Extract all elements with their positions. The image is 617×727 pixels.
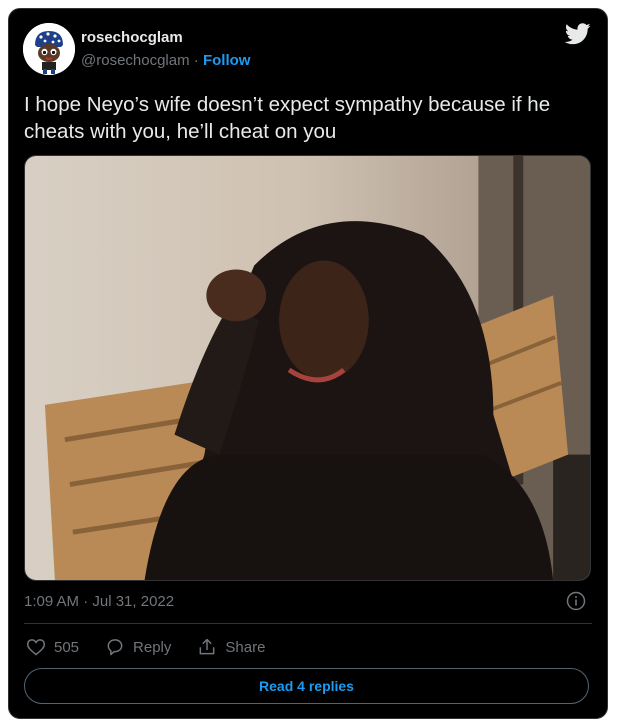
share-icon xyxy=(199,638,215,655)
reply-label: Reply xyxy=(133,638,172,656)
video-thumbnail[interactable] xyxy=(24,155,591,581)
tweet-text: I hope Neyo’s wife doesn’t expect sympat… xyxy=(24,93,551,143)
heart-icon xyxy=(26,639,46,656)
follow-button[interactable]: Follow xyxy=(203,52,251,69)
separator-dot: · xyxy=(193,52,199,69)
share-button[interactable]: Share xyxy=(197,637,265,657)
twitter-bird-icon[interactable] xyxy=(564,23,591,45)
reply-bubble-icon xyxy=(107,639,123,656)
info-icon[interactable] xyxy=(566,591,586,611)
read-replies-button[interactable]: Read 4 replies xyxy=(24,668,589,704)
user-handle[interactable]: @rosechocglam xyxy=(81,52,190,69)
like-count: 505 xyxy=(54,638,80,656)
reply-button[interactable]: Reply xyxy=(105,637,171,657)
like-button[interactable]: 505 xyxy=(26,637,79,657)
share-label: Share xyxy=(225,638,266,656)
tweet-timestamp[interactable]: 1:09 AM · Jul 31, 2022 xyxy=(24,593,174,610)
avatar[interactable] xyxy=(23,23,75,75)
action-bar: 505 Reply Share xyxy=(26,635,291,659)
display-name[interactable]: rosechocglam xyxy=(81,29,183,46)
divider xyxy=(24,623,592,624)
handle-row: @rosechocglam · Follow xyxy=(81,52,250,69)
tweet-embed-card: rosechocglam @rosechocglam · Follow I ho… xyxy=(8,8,608,719)
